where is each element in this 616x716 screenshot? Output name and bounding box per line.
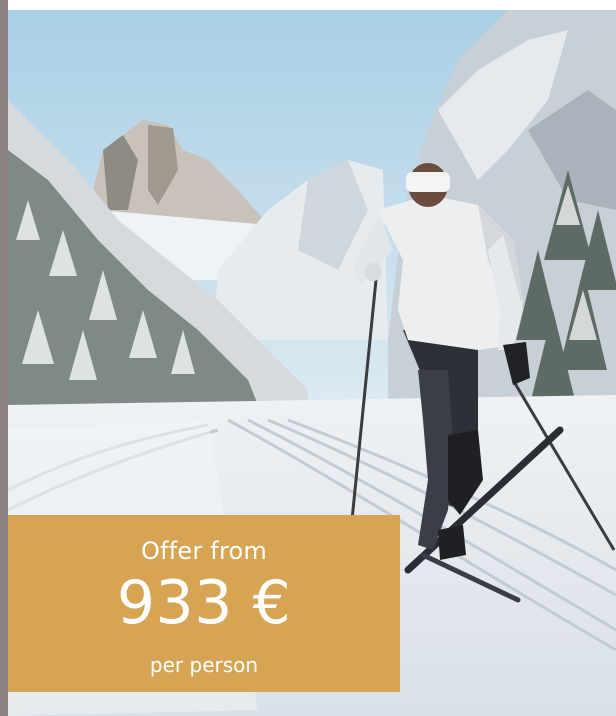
offer-price-box[interactable]: Offer from 933 € per person xyxy=(8,515,400,692)
offer-from-label: Offer from xyxy=(141,537,267,565)
offer-unit-label: per person xyxy=(149,653,259,677)
card-edge xyxy=(0,0,8,716)
offer-card[interactable]: Offer from 933 € per person xyxy=(0,0,616,716)
offer-price: 933 € xyxy=(116,568,292,638)
